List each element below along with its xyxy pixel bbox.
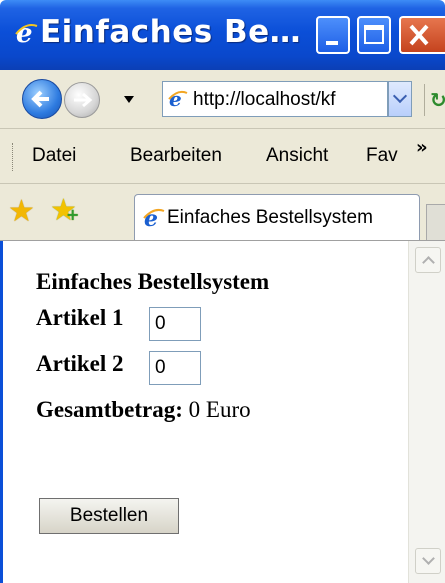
window-titlebar: e Einfaches Be…	[0, 0, 445, 70]
minimize-icon	[326, 41, 338, 45]
item1-label: Artikel 1	[36, 305, 124, 330]
menu-favoriten[interactable]: Fav	[366, 145, 398, 167]
back-button[interactable]	[22, 79, 62, 119]
menu-bar: Datei Bearbeiten Ansicht Fav »	[0, 129, 445, 184]
svg-text:e: e	[16, 20, 33, 46]
go-button[interactable]: ↻	[424, 84, 445, 116]
navigation-bar: e http://localhost/kf ↻	[0, 70, 445, 129]
tab-einfaches-bestellsystem[interactable]: e Einfaches Bestellsystem	[134, 194, 420, 240]
order-button[interactable]: Bestellen	[39, 498, 179, 534]
new-tab-button[interactable]	[426, 204, 445, 240]
item1-row: Artikel 1	[36, 305, 124, 331]
ie-tab-icon: e	[143, 206, 165, 230]
menu-ansicht[interactable]: Ansicht	[266, 145, 328, 167]
item2-quantity-input[interactable]	[149, 351, 201, 385]
address-url: http://localhost/kf	[193, 89, 336, 110]
favorites-star-icon[interactable]: ★	[8, 194, 35, 229]
address-dropdown-button[interactable]	[388, 81, 412, 117]
ie-page-icon: e	[168, 88, 188, 110]
add-favorites-icon[interactable]: ★ +	[50, 193, 79, 228]
history-dropdown-button[interactable]	[124, 96, 134, 103]
total-row: Gesamtbetrag: 0 Euro	[36, 397, 251, 423]
menu-datei[interactable]: Datei	[32, 145, 76, 167]
item2-label: Artikel 2	[36, 351, 124, 376]
menu-overflow-chevron[interactable]: »	[416, 137, 428, 158]
item2-row: Artikel 2	[36, 351, 124, 377]
close-button[interactable]	[399, 16, 445, 54]
tab-bar: ★ ★ + e Einfaches Bestellsystem	[0, 184, 445, 241]
item1-quantity-input[interactable]	[149, 307, 201, 341]
close-icon	[409, 24, 429, 46]
forward-icon	[74, 92, 93, 108]
address-field[interactable]: e http://localhost/kf	[162, 81, 388, 117]
refresh-icon: ↻	[430, 88, 445, 112]
scroll-down-button[interactable]	[415, 548, 441, 574]
total-label: Gesamtbetrag:	[36, 397, 183, 422]
page-content: Einfaches Bestellsystem Artikel 1 Artike…	[0, 241, 445, 583]
maximize-button[interactable]	[357, 16, 391, 54]
menu-bearbeiten[interactable]: Bearbeiten	[130, 145, 222, 167]
tab-label: Einfaches Bestellsystem	[167, 207, 373, 228]
ie-icon: e	[15, 20, 38, 46]
vertical-scrollbar[interactable]	[408, 241, 445, 583]
maximize-icon	[364, 25, 384, 44]
scroll-up-button[interactable]	[415, 247, 441, 273]
total-value: 0 Euro	[188, 397, 251, 422]
minimize-button[interactable]	[316, 16, 350, 54]
back-icon	[31, 90, 49, 108]
page-heading: Einfaches Bestellsystem	[36, 269, 270, 294]
forward-button[interactable]	[64, 82, 100, 118]
toolbar-grip[interactable]	[12, 143, 16, 171]
window-title: Einfaches Be…	[40, 14, 302, 50]
